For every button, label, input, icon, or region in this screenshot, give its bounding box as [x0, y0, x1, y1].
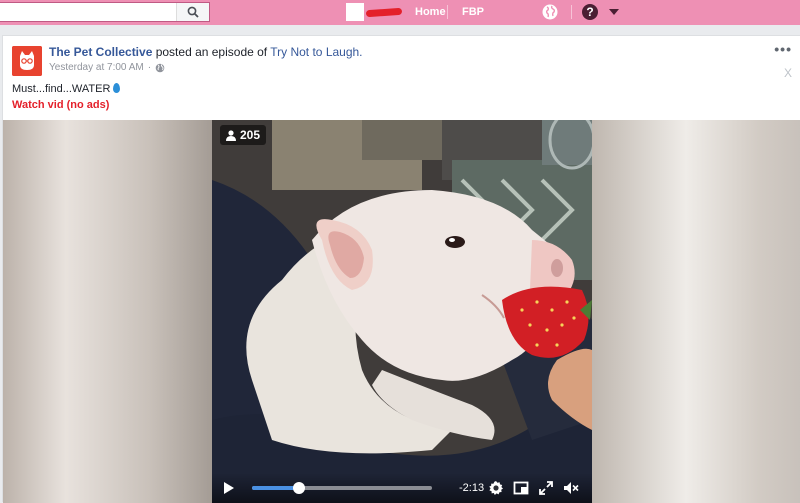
mute-icon[interactable] — [563, 480, 579, 496]
video-progress-knob[interactable] — [292, 482, 305, 494]
profile-name-redacted[interactable] — [365, 7, 403, 18]
page-name-link[interactable]: The Pet Collective — [49, 45, 152, 59]
pip-icon[interactable] — [513, 480, 529, 496]
video-area: 205 -2:13 — [3, 120, 800, 503]
search-button[interactable] — [176, 3, 209, 21]
watch-video-link[interactable]: Watch vid (no ads) — [12, 99, 109, 111]
play-icon[interactable] — [224, 482, 234, 494]
search-input[interactable] — [0, 3, 175, 21]
nav-divider — [571, 5, 572, 19]
post-message: Must...find...WATER — [12, 83, 111, 95]
nav-divider — [447, 5, 448, 19]
post-card: The Pet Collective posted an episode of … — [2, 35, 800, 503]
top-bar: Home FBP ? — [0, 0, 800, 25]
search-box — [0, 2, 210, 22]
search-icon — [187, 6, 199, 18]
caret-down-icon[interactable] — [609, 9, 619, 15]
show-name-link[interactable]: Try Not to Laugh. — [270, 45, 362, 59]
video-blur-backdrop-right — [592, 120, 800, 503]
video-player[interactable]: 205 -2:13 — [212, 120, 592, 503]
hide-post-button[interactable]: X — [784, 66, 792, 80]
video-time-remaining: -2:13 — [459, 482, 485, 494]
public-globe-icon[interactable] — [155, 63, 165, 73]
post-timestamp[interactable]: Yesterday at 7:00 AM — [49, 62, 144, 73]
page-logo-icon[interactable] — [12, 46, 42, 76]
nav-home[interactable]: Home — [415, 6, 446, 18]
post-action-text: posted an episode of — [152, 45, 271, 59]
video-blur-backdrop-left — [3, 120, 212, 503]
globe-icon[interactable] — [542, 4, 558, 20]
post-meta: Yesterday at 7:00 AM · — [49, 62, 165, 73]
fullscreen-icon[interactable] — [538, 480, 554, 496]
video-progress-bar[interactable] — [252, 482, 432, 494]
water-drop-icon — [113, 83, 121, 93]
profile-avatar[interactable] — [346, 3, 364, 21]
viewer-icon — [226, 129, 236, 141]
meta-separator: · — [147, 62, 152, 73]
settings-icon[interactable] — [488, 480, 504, 496]
video-controls: -2:13 — [212, 473, 592, 503]
video-frame-pig-eating-strawberry — [212, 120, 592, 503]
post-text: Must...find...WATER — [12, 82, 121, 95]
video-progress-fill — [252, 486, 299, 490]
nav-fbp[interactable]: FBP — [462, 6, 484, 18]
viewer-count: 205 — [240, 128, 261, 142]
post-options-button[interactable]: ••• — [774, 41, 792, 57]
post-header: The Pet Collective posted an episode of … — [49, 45, 363, 59]
help-icon[interactable]: ? — [582, 4, 598, 20]
viewer-count-badge: 205 — [220, 125, 267, 145]
